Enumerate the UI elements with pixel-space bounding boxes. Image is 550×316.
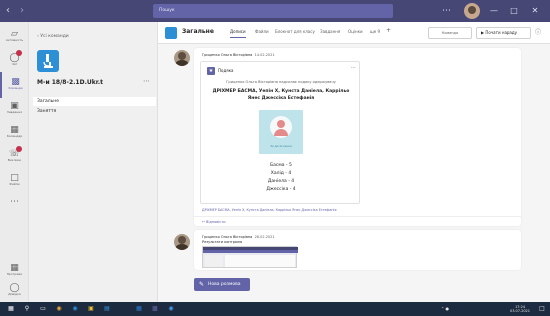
tab-files[interactable]: Файли [255, 29, 269, 34]
grade-line: Джессіка - 4 [266, 187, 296, 192]
grade-line: Халід - 4 [270, 171, 292, 176]
edge-icon[interactable]: ◉ [70, 304, 80, 314]
channel-header: Загальне Дописи Файли Блокнот для класу … [158, 22, 550, 44]
user-avatar[interactable] [464, 3, 480, 19]
tab-posts[interactable]: Дописи [230, 29, 246, 38]
rail-item-files[interactable]: □ Файли [0, 168, 29, 194]
clock[interactable]: 17:24 03.07.2021 [505, 305, 535, 313]
chat-icon: ◯ [9, 53, 20, 63]
store-icon[interactable]: ▤ [102, 304, 112, 314]
system-tray-icons[interactable]: ⌃ ● ● ● [440, 304, 450, 314]
all-teams-link[interactable]: ‹ Усі команди [37, 34, 69, 39]
tab-class-notebook[interactable]: Блокнот для класу [275, 29, 315, 34]
message-author: Гриценко Ольга Вікторівна 28.02.2021 [202, 235, 275, 239]
rail-item-calendar[interactable]: ▦ Календар [0, 120, 29, 146]
tab-more[interactable]: ще 9 [370, 29, 380, 34]
new-conversation-button[interactable]: ✎ Нова розмова [194, 278, 250, 291]
app-icon[interactable]: ◉ [166, 304, 176, 314]
search-input[interactable]: Пошук [153, 4, 393, 18]
reply-button[interactable]: ↩ Відповісти [194, 216, 521, 226]
app-rail: ▱ Активність ◯ Чат ▩ Команди ▣ Завдання … [0, 22, 29, 302]
tab-assignments[interactable]: Завдання [320, 29, 340, 34]
forward-arrow-icon[interactable]: › [20, 4, 34, 18]
bell-icon: ▱ [11, 29, 18, 39]
author-avatar [174, 234, 190, 250]
calendar-icon: ▦ [10, 125, 19, 135]
task-view-icon[interactable]: ▭ [38, 304, 48, 314]
rail-item-assignments[interactable]: ▣ Завдання [0, 96, 29, 122]
close-icon[interactable]: ✕ [527, 3, 543, 19]
channel-logo [165, 27, 177, 39]
praise-app-name: Подяка [218, 68, 234, 73]
more-options-icon[interactable]: ⋯ [442, 3, 458, 19]
teams-icon: ▩ [11, 77, 20, 87]
rail-item-calls[interactable]: ☏ Виклики [0, 144, 29, 170]
praise-app-icon: ★ [207, 67, 215, 75]
tab-grades[interactable]: Оцінки [348, 29, 363, 34]
grade-line: Басма - 5 [270, 163, 292, 168]
rail-item-teams[interactable]: ▩ Команди [0, 72, 29, 98]
notification-badge [16, 146, 22, 152]
praise-message: Гриценко Ольга Вікторівна 14.02.2021 ★ П… [194, 48, 521, 226]
notifications-icon[interactable]: □ [537, 304, 547, 314]
attached-screenshot[interactable] [202, 246, 298, 268]
assignments-icon: ▣ [10, 101, 19, 111]
praise-card: ★ Подяка ⋯ Гриценко Ольга Вікторівна над… [200, 61, 360, 204]
teams-taskbar-icon[interactable]: ▩ [150, 304, 160, 314]
rail-more[interactable]: ⋯ [0, 192, 29, 207]
praise-recipients: ДРІХМЕР БАСМА, Уепін Х, Кунста Даніела, … [212, 89, 350, 101]
calls-icon: ☏ [8, 149, 21, 159]
minimize-icon[interactable]: — [486, 3, 502, 19]
info-icon[interactable]: ⓘ [535, 27, 541, 36]
rail-item-chat[interactable]: ◯ Чат [0, 48, 29, 74]
team-logo [37, 50, 59, 72]
team-more-icon[interactable]: ⋯ [143, 77, 150, 85]
team-button[interactable]: Команда [428, 27, 472, 39]
achievement-badge-image: За досягнення [259, 110, 303, 154]
apps-icon: ▦ [10, 263, 19, 273]
channel-item-classes[interactable]: Заняття [33, 107, 156, 116]
back-arrow-icon[interactable]: ‹ [6, 4, 20, 18]
team-name: М-и 18/8-2.1D.Ukr.t [37, 79, 103, 86]
help-icon: ◯ [9, 283, 20, 293]
praise-intro: Гриценко Ольга Вікторівна надсилає подяк… [226, 80, 336, 84]
title-bar: ‹ › Пошук ⋯ — □ ✕ [0, 0, 550, 22]
message-feed: Гриценко Ольга Вікторівна 14.02.2021 ★ П… [158, 44, 550, 302]
rail-item-help[interactable]: ◯ Довідка [0, 278, 29, 304]
more-apps-icon: ⋯ [10, 197, 19, 207]
word-icon[interactable]: ▦ [134, 304, 144, 314]
start-meeting-button[interactable]: ▶ Почати нараду [476, 27, 531, 39]
chrome-icon[interactable]: ◉ [54, 304, 64, 314]
badge-caption: За досягнення [270, 144, 292, 148]
results-message: Гриценко Ольга Вікторівна 28.02.2021 Рез… [194, 230, 521, 270]
add-tab-icon[interactable]: + [386, 27, 391, 34]
windows-taskbar: ▦ ⚲ ▭ ◉ ◉ ▣ ▤ ▦ ▩ ◉ ⌃ ● ● ● 17:24 03.07.… [0, 302, 550, 316]
microscope-icon [43, 54, 53, 68]
message-text: Результати контролю [202, 240, 243, 244]
channel-item-general[interactable]: Загальне [33, 97, 156, 106]
rail-item-activity[interactable]: ▱ Активність [0, 24, 29, 50]
file-explorer-icon[interactable]: ▣ [86, 304, 96, 314]
card-more-icon[interactable]: ⋯ [351, 65, 356, 71]
team-sidebar: ‹ Усі команди М-и 18/8-2.1D.Ukr.t ⋯ Зага… [29, 22, 158, 302]
grade-line: Даніела - 4 [267, 179, 295, 184]
windows-start-icon[interactable]: ▦ [6, 304, 16, 314]
files-icon: □ [10, 173, 19, 183]
compose-icon: ✎ [199, 281, 205, 288]
channel-title: Загальне [182, 28, 214, 35]
maximize-icon[interactable]: □ [506, 3, 522, 19]
notification-badge [16, 50, 22, 56]
author-avatar [174, 50, 190, 66]
message-author: Гриценко Ольга Вікторівна 14.02.2021 [202, 53, 275, 57]
recipients-mention-line[interactable]: ДРІХМЕР БАСМА, Уепін Х, Кунста Даніела, … [202, 208, 336, 212]
search-icon[interactable]: ⚲ [22, 304, 32, 314]
